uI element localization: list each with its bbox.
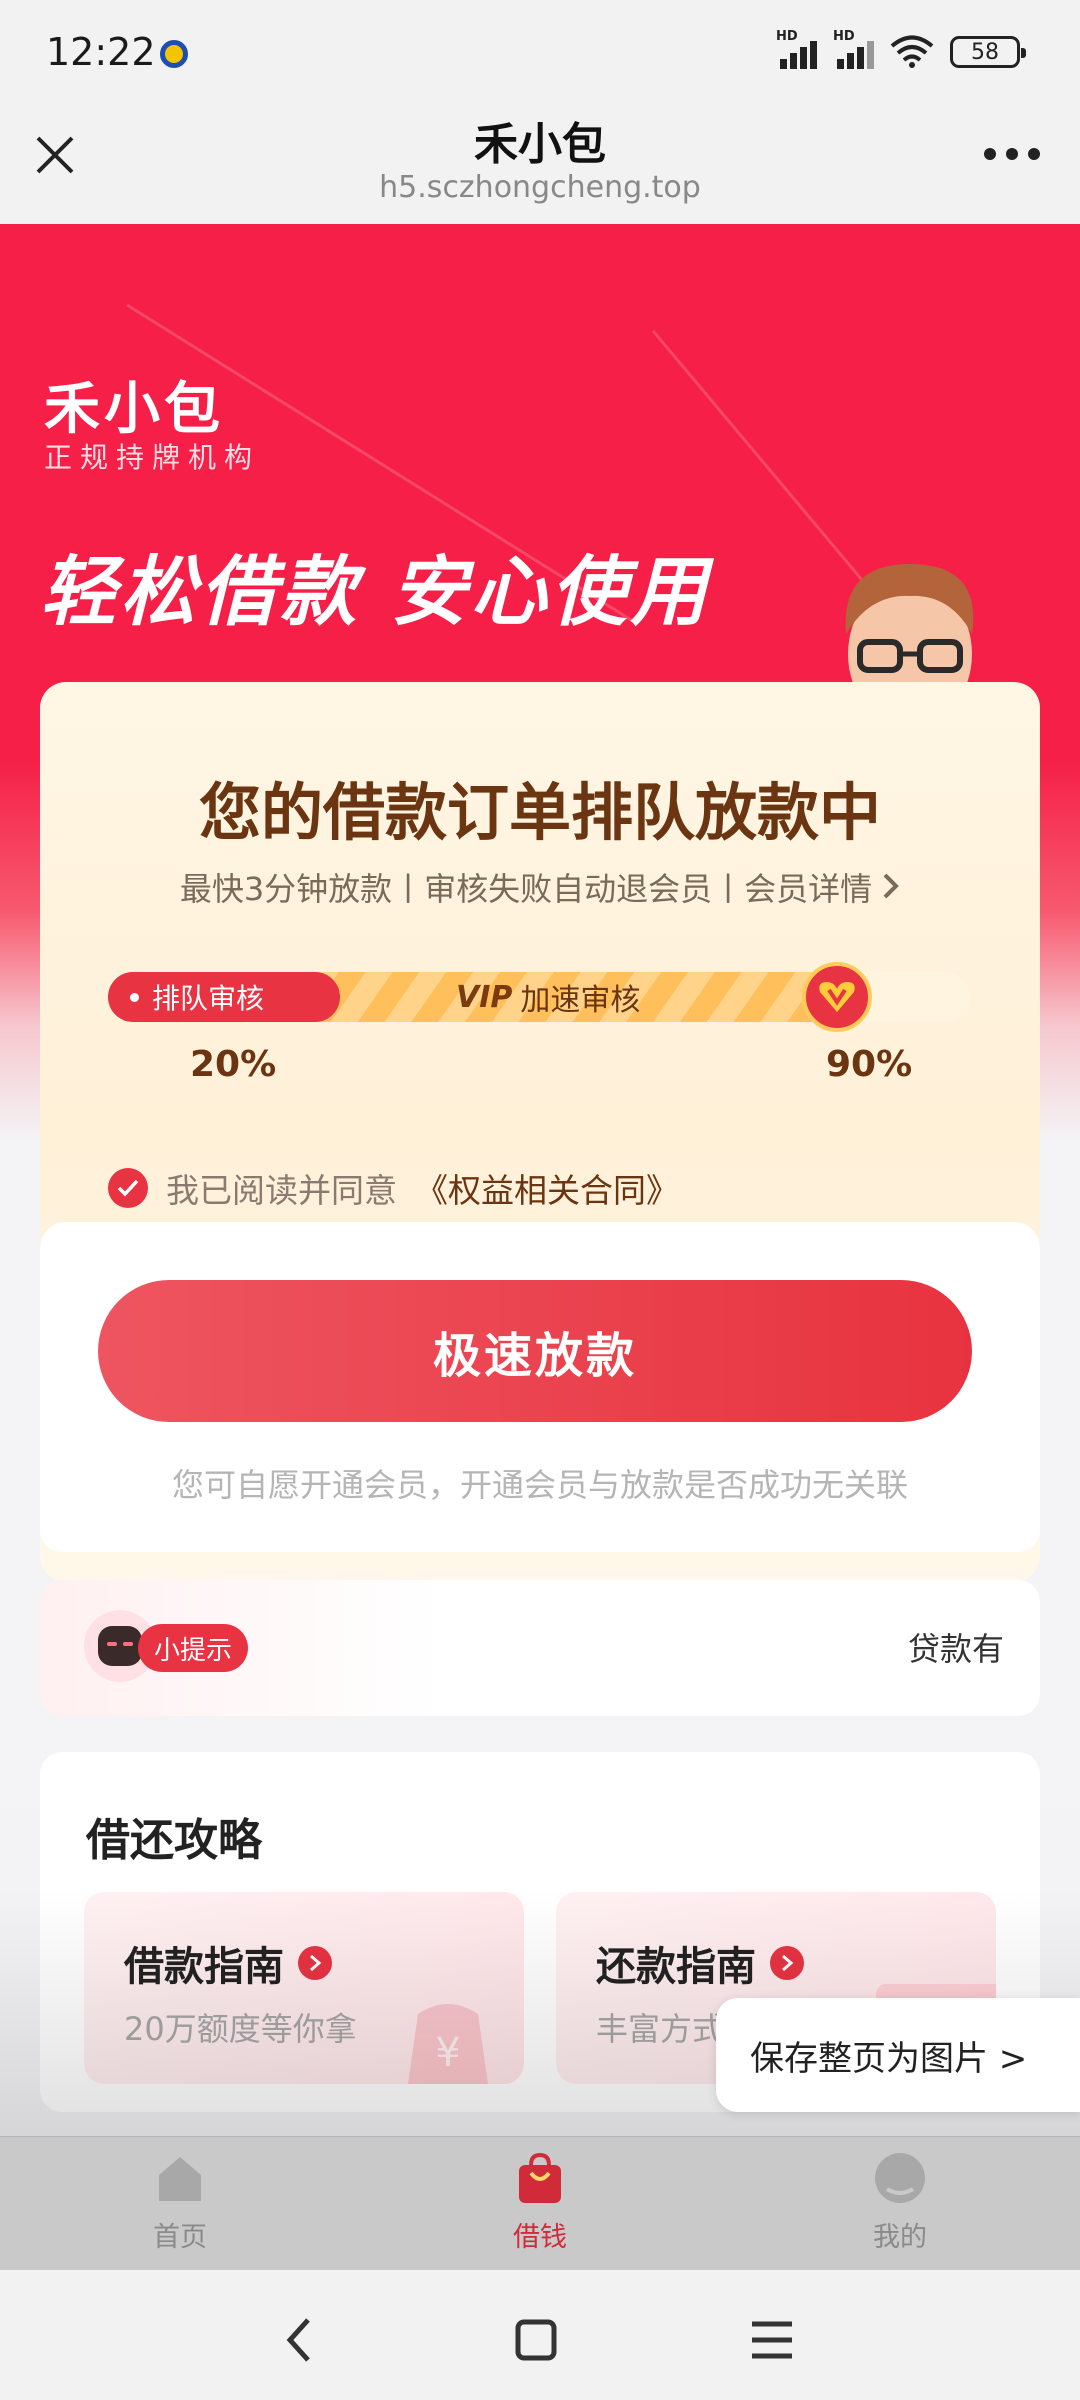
brand-name: 禾小包 bbox=[44, 377, 224, 442]
tab-label: 首页 bbox=[153, 2222, 207, 2253]
tab-home[interactable]: 首页 bbox=[80, 2151, 280, 2261]
stage-queue-review: 排队审核 bbox=[108, 972, 340, 1022]
app-notification-icon bbox=[160, 40, 188, 68]
money-bag-icon: ¥ bbox=[408, 2004, 488, 2084]
tab-label: 我的 bbox=[873, 2222, 927, 2253]
status-icons: HD HD 58 bbox=[776, 29, 1026, 72]
queue-title: 您的借款订单排队放款中 bbox=[198, 776, 881, 849]
signal-icon: HD bbox=[776, 29, 817, 69]
back-icon[interactable] bbox=[270, 2310, 330, 2370]
status-bar: 12:22 HD HD 58 bbox=[0, 0, 1080, 100]
vip-icon: VIP bbox=[456, 979, 513, 1015]
tab-label: 借钱 bbox=[513, 2222, 567, 2253]
vip-heart-badge-icon bbox=[802, 962, 872, 1032]
shopping-bag-icon bbox=[519, 2152, 561, 2203]
agreement-row: 我已阅读并同意 《权益相关合同》 bbox=[108, 1166, 679, 1210]
wifi-icon bbox=[890, 35, 934, 68]
menu-icon[interactable] bbox=[742, 2310, 802, 2370]
tip-scroll-text: 贷款有 bbox=[908, 1630, 1005, 1668]
stage-speed-review: VIP 加速审核 bbox=[456, 974, 640, 1020]
bottom-tab-bar: 首页 借钱 我的 bbox=[0, 2136, 1080, 2270]
guide-card-title: 还款指南 bbox=[596, 1934, 804, 1992]
release-panel: 极速放款 您可自愿开通会员，开通会员与放款是否成功无关联 bbox=[40, 1222, 1040, 1552]
svg-text:¥: ¥ bbox=[435, 2030, 460, 2076]
page-content: 禾小包 正规持牌机构 轻松借款 安心使用 您的借款订单排队放款中 最快3分钟放款… bbox=[0, 224, 1080, 2136]
fast-release-button[interactable]: 极速放款 bbox=[98, 1280, 972, 1422]
guide-card-title-text: 借款指南 bbox=[124, 1944, 284, 1990]
tab-mine[interactable]: 我的 bbox=[800, 2151, 1000, 2261]
tab-borrow[interactable]: 借钱 bbox=[440, 2151, 640, 2261]
guide-card-borrow[interactable]: 借款指南 20万额度等你拿 ¥ bbox=[84, 1892, 524, 2084]
guide-card-title: 借款指南 bbox=[124, 1934, 332, 1992]
guide-card-subtitle: 20万额度等你拿 bbox=[124, 2010, 357, 2048]
progress-percent-end: 90% bbox=[826, 1044, 913, 1085]
arrow-right-icon bbox=[298, 1946, 332, 1980]
browser-header: 禾小包 h5.sczhongcheng.top bbox=[0, 100, 1080, 224]
profile-icon bbox=[875, 2153, 925, 2203]
save-page-as-image-button[interactable]: 保存整页为图片 > bbox=[716, 1998, 1080, 2112]
stage-speed-review-label: 加速审核 bbox=[520, 983, 641, 1018]
home-square-icon[interactable] bbox=[506, 2310, 566, 2370]
tip-bar: 小提示 贷款有 bbox=[40, 1580, 1040, 1716]
tip-badge: 小提示 bbox=[138, 1624, 249, 1672]
queue-subtitle[interactable]: 最快3分钟放款丨审核失败自动退会员丨会员详情 bbox=[40, 864, 1040, 910]
guide-title: 借还攻略 bbox=[86, 1815, 262, 1866]
guide-card-title-text: 还款指南 bbox=[596, 1944, 756, 1990]
browser-url: h5.sczhongcheng.top bbox=[379, 170, 701, 205]
queue-subtitle-text: 最快3分钟放款丨审核失败自动退会员丨会员详情 bbox=[179, 870, 873, 908]
checkbox-checked-icon[interactable] bbox=[108, 1168, 148, 1208]
contract-link[interactable]: 《权益相关合同》 bbox=[415, 1164, 679, 1212]
release-note: 您可自愿开通会员，开通会员与放款是否成功无关联 bbox=[171, 1466, 908, 1504]
arrow-right-icon bbox=[770, 1946, 804, 1980]
battery-level: 58 bbox=[971, 39, 999, 65]
more-icon[interactable] bbox=[984, 148, 1040, 162]
progress-percent-start: 20% bbox=[190, 1044, 277, 1085]
browser-title: 禾小包 bbox=[474, 119, 606, 170]
battery-icon: 58 bbox=[950, 36, 1026, 68]
status-time: 12:22 bbox=[46, 30, 156, 74]
chevron-right-icon bbox=[882, 870, 900, 908]
signal-icon-2: HD bbox=[833, 29, 874, 69]
system-navigation-bar bbox=[0, 2270, 1080, 2400]
agreement-text: 我已阅读并同意 bbox=[166, 1171, 397, 1210]
guide-card-subtitle: 丰富方式 bbox=[596, 2010, 725, 2048]
brand-tagline: 正规持牌机构 bbox=[44, 441, 261, 474]
home-icon bbox=[159, 2157, 201, 2201]
